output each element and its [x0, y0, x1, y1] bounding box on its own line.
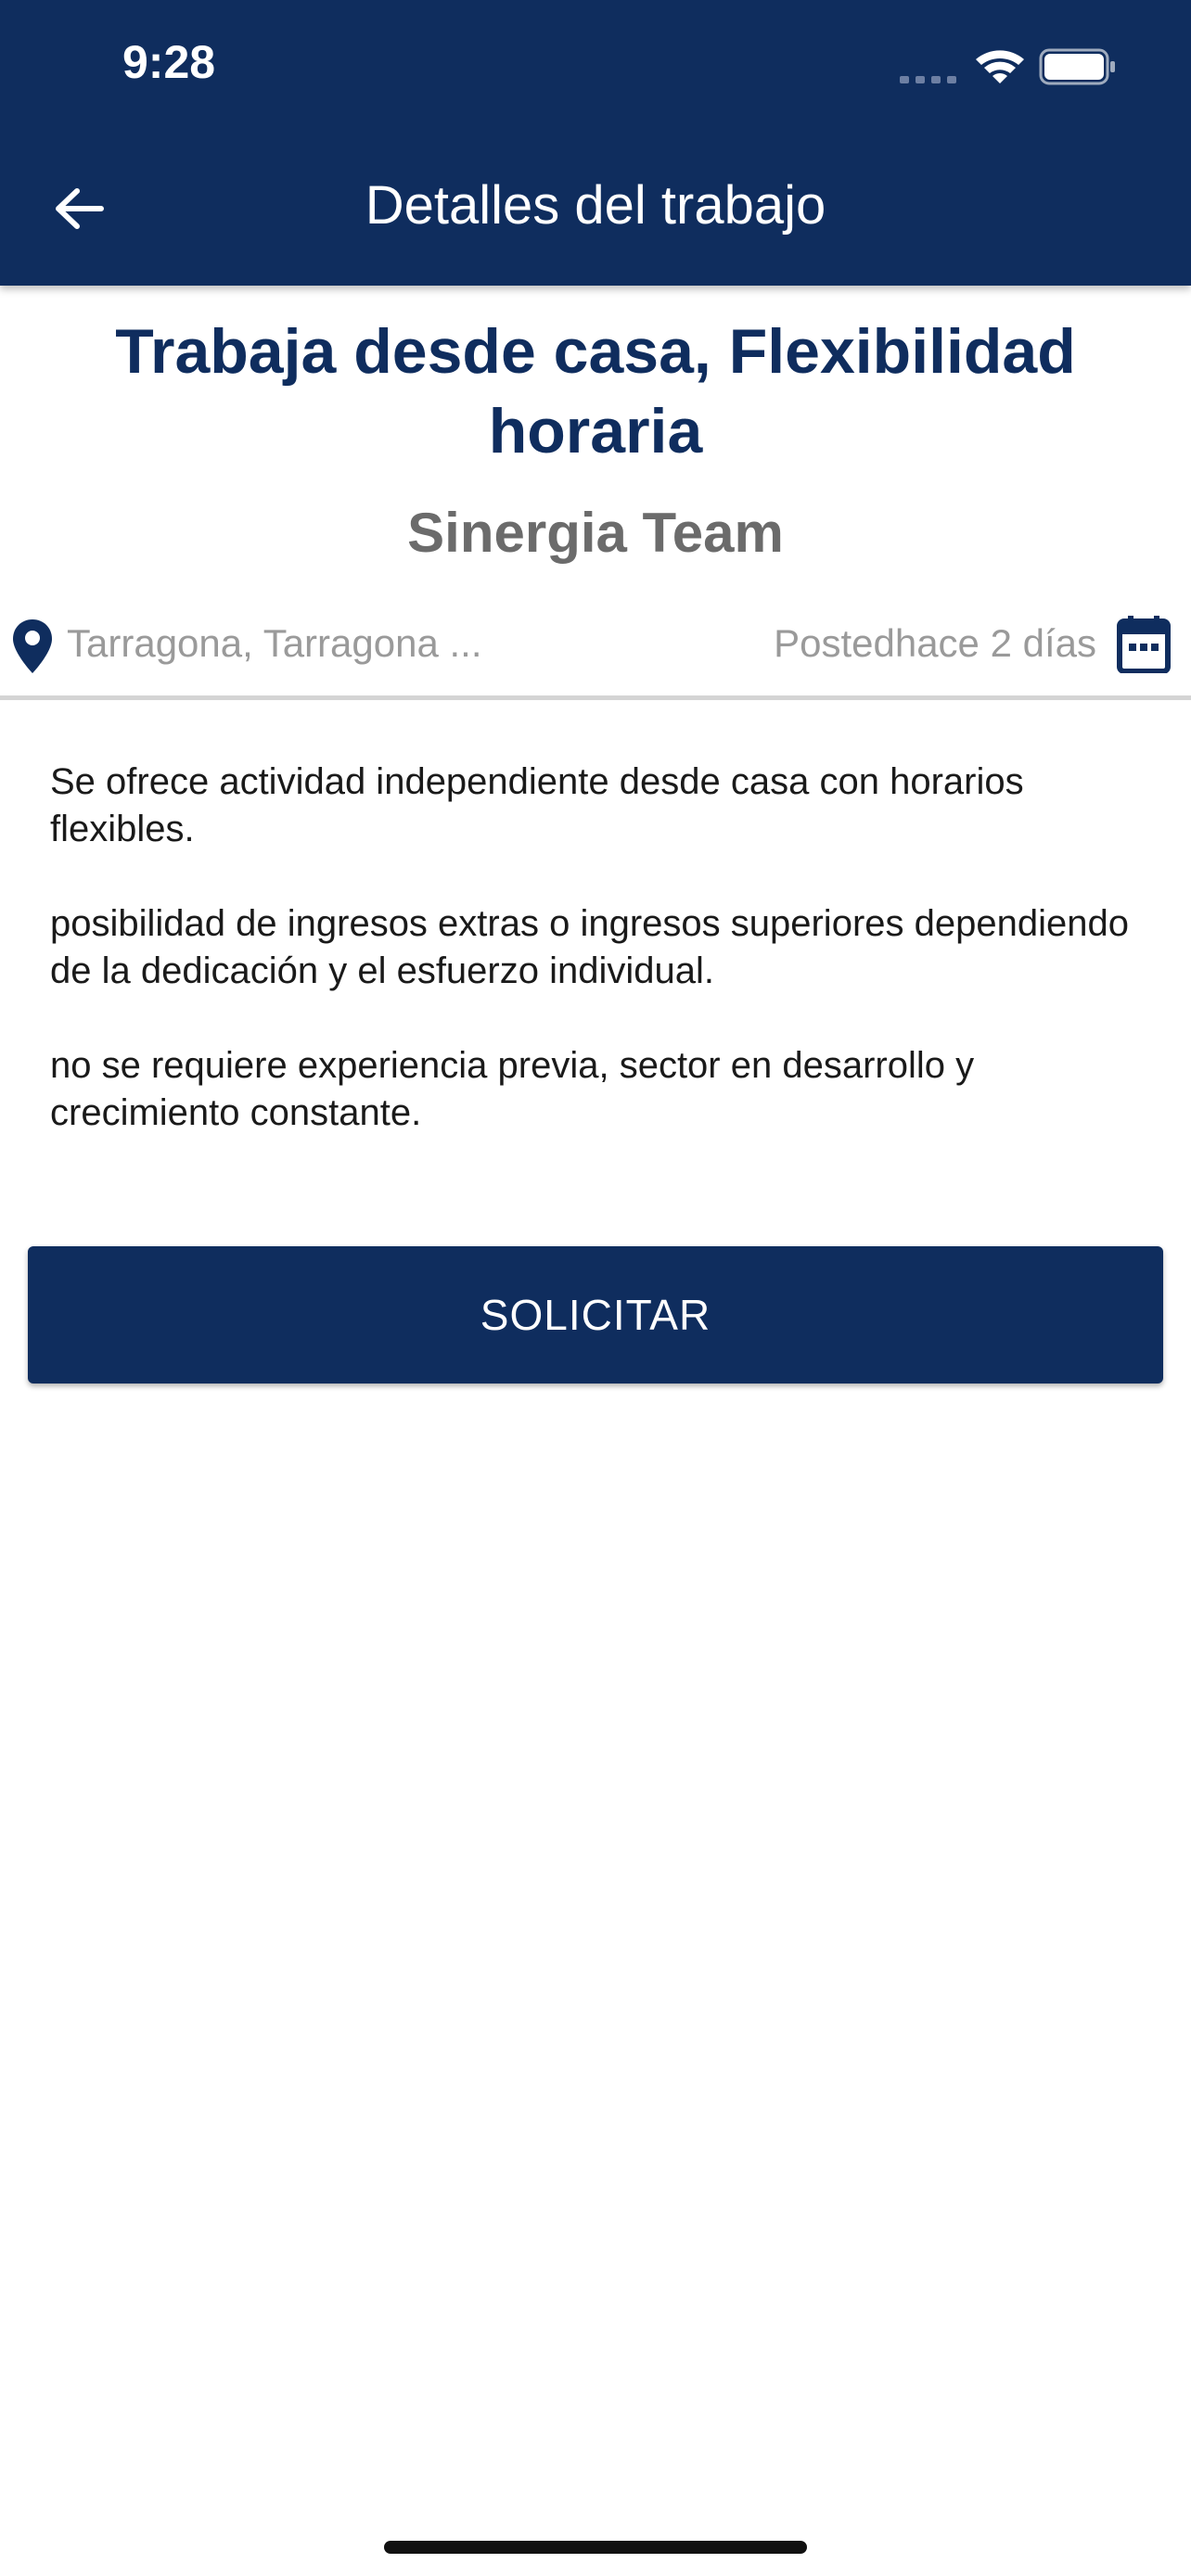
job-description: Se ofrece actividad independiente desde … — [50, 759, 1145, 1184]
job-title: Trabaja desde casa, Flexibilidad horaria — [115, 316, 1076, 466]
description-paragraph: Se ofrece actividad independiente desde … — [50, 761, 1024, 849]
company-name: Sinergia Team — [407, 502, 784, 564]
wifi-icon — [976, 50, 1024, 83]
location-pin-icon — [13, 619, 52, 673]
status-time: 9:28 — [122, 36, 216, 88]
battery-icon — [1039, 48, 1115, 85]
apply-button[interactable]: SOLICITAR — [28, 1246, 1163, 1384]
description-paragraph: posibilidad de ingresos extras o ingreso… — [50, 903, 1129, 991]
job-details-screen: 9:28 Detalles del trabajo Trabaja desde … — [0, 0, 1191, 2576]
job-location: Tarragona, Tarragona ... — [67, 621, 482, 665]
calendar-icon — [1117, 616, 1171, 673]
app-header: 9:28 Detalles del trabajo — [0, 0, 1191, 286]
cellular-signal-icon — [900, 74, 957, 83]
job-meta-row: Tarragona, Tarragona ... Postedhace 2 dí… — [0, 608, 1191, 700]
header-title: Detalles del trabajo — [365, 175, 826, 236]
home-indicator[interactable] — [384, 2541, 807, 2554]
posted-date: Postedhace 2 días — [774, 621, 1096, 665]
description-paragraph: no se requiere experiencia previa, secto… — [50, 1045, 975, 1133]
